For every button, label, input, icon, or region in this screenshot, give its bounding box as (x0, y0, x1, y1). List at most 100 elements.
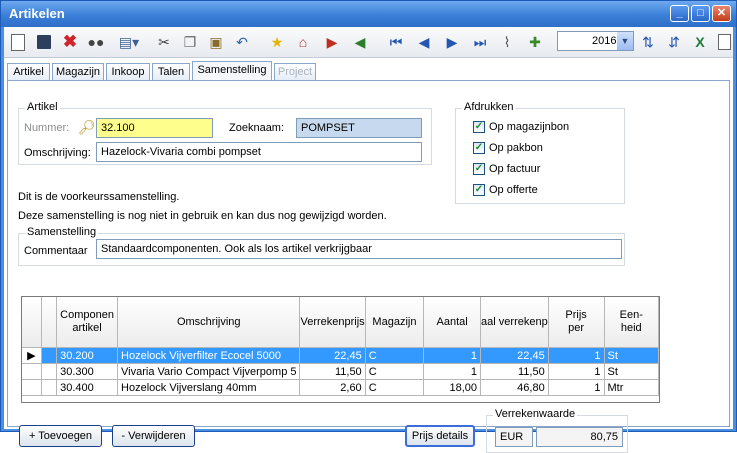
undo-icon[interactable]: ↶ (232, 32, 252, 52)
table-row[interactable]: 30.400 Hozelock Vijverslang 40mm 2,60 C … (22, 379, 659, 396)
table-cell[interactable]: 1 (423, 363, 482, 380)
artikel-legend: Artikel (25, 101, 60, 113)
table-cell[interactable]: 30.400 (56, 379, 119, 396)
check-icon[interactable]: ✓ (473, 163, 485, 175)
row-header[interactable] (22, 363, 42, 380)
table-cell[interactable]: 30.200 (56, 347, 119, 364)
import-icon[interactable]: ◀ (350, 32, 370, 52)
checkbox-op-offerte[interactable]: ✓ Op offerte (473, 184, 538, 196)
table-cell[interactable]: 22,45 (480, 347, 549, 364)
sort-desc-icon[interactable]: ⇵ (664, 32, 684, 52)
column-header-label: Componen artikel (60, 309, 114, 334)
table-cell[interactable]: 1 (548, 347, 605, 364)
toevoegen-button[interactable]: + Toevoegen (19, 425, 102, 447)
prijs-details-button[interactable]: Prijs details (405, 425, 475, 447)
column-header-eenheid[interactable]: Een- heid (604, 297, 659, 348)
tab-inkoop[interactable]: Inkoop (106, 63, 150, 80)
table-row[interactable]: ▶ 30.200 Hozelock Vijverfilter Ecocel 50… (22, 347, 659, 364)
zoeknaam-field: POMPSET (296, 118, 422, 138)
check-icon[interactable]: ✓ (473, 142, 485, 154)
add-icon[interactable]: ✚ (525, 32, 545, 52)
minimize-button[interactable]: _ (670, 5, 689, 22)
prev-icon[interactable]: ◀ (414, 32, 434, 52)
column-header-verrekenprijs[interactable]: Verrekenprijs (299, 297, 366, 348)
column-header-omschrijving[interactable]: Omschrijving (117, 297, 301, 348)
table-cell[interactable]: C (365, 363, 425, 380)
export-icon[interactable]: ▶ (322, 32, 342, 52)
row-header[interactable] (22, 379, 42, 396)
tab-samenstelling[interactable]: Samenstelling (192, 61, 272, 81)
table-cell[interactable]: 30.300 (56, 363, 119, 380)
table-cell[interactable]: Hozelock Vijverslang 40mm (117, 379, 301, 396)
year-select[interactable]: 2016 ▼ (557, 31, 634, 51)
table-cell[interactable]: 11,50 (480, 363, 549, 380)
star-icon[interactable]: ★ (267, 32, 287, 52)
page-icon[interactable] (714, 32, 734, 52)
house-icon[interactable]: ⌂ (293, 32, 313, 52)
search-icon[interactable]: 🔎︎ (78, 119, 96, 136)
attach-icon[interactable]: ⌇ (497, 32, 517, 52)
table-cell[interactable]: C (365, 379, 425, 396)
table-cell[interactable] (41, 347, 58, 364)
table-cell[interactable]: 11,50 (299, 363, 366, 380)
table-cell[interactable]: St (604, 347, 659, 364)
table-cell[interactable] (41, 379, 58, 396)
tab-talen[interactable]: Talen (152, 63, 190, 80)
tab-artikel[interactable]: Artikel (7, 63, 50, 80)
column-header-magazijn[interactable]: Magazijn (365, 297, 425, 348)
close-button[interactable]: ✕ (712, 5, 731, 22)
save-icon[interactable] (34, 32, 54, 52)
copy-icon[interactable]: ❐ (180, 32, 200, 52)
row-header-corner (22, 297, 42, 348)
table-cell[interactable]: 1 (423, 347, 482, 364)
column-header-aantal[interactable]: Aantal (423, 297, 482, 348)
nummer-field[interactable]: 32.100 (96, 118, 213, 138)
samenstelling-legend: Samenstelling (25, 226, 99, 238)
samenstelling-page: Artikel Nummer: 🔎︎ 32.100 Zoeknaam: POMP… (7, 80, 730, 453)
excel-icon[interactable]: X (690, 32, 710, 52)
table-cell[interactable] (41, 363, 58, 380)
checkbox-op-magazijnbon[interactable]: ✓ Op magazijnbon (473, 121, 569, 133)
column-header-label: Prijs per (565, 309, 587, 334)
table-cell[interactable]: Hozelock Vijverfilter Ecocel 5000 (117, 347, 301, 364)
column-header-per[interactable]: Prijs per (548, 297, 605, 348)
check-icon[interactable]: ✓ (473, 184, 485, 196)
last-icon[interactable]: ⏭ (470, 32, 490, 52)
current-row-icon[interactable]: ▶ (22, 347, 42, 364)
chevron-down-icon[interactable]: ▼ (617, 32, 633, 50)
checkbox-op-factuur[interactable]: ✓ Op factuur (473, 163, 540, 175)
nummer-label: Nummer: (24, 122, 70, 134)
table-cell[interactable]: Mtr (604, 379, 659, 396)
table-cell[interactable]: 46,80 (480, 379, 549, 396)
table-cell[interactable]: 1 (548, 379, 605, 396)
table-cell[interactable]: 22,45 (299, 347, 366, 364)
afdrukken-legend: Afdrukken (462, 101, 516, 113)
first-icon[interactable]: ⏮ (386, 32, 406, 52)
table-cell[interactable]: 2,60 (299, 379, 366, 396)
message-niet-in-gebruik: Deze samenstelling is nog niet in gebrui… (18, 210, 387, 222)
table-cell[interactable]: St (604, 363, 659, 380)
column-header-totaal[interactable]: aal verrekenp (480, 297, 549, 348)
new-icon[interactable] (8, 32, 28, 52)
column-header-artikel[interactable]: Componen artikel (56, 297, 119, 348)
checkbox-op-pakbon[interactable]: ✓ Op pakbon (473, 142, 543, 154)
delete-icon[interactable]: ✖ (60, 32, 80, 52)
verwijderen-button[interactable]: - Verwijderen (112, 425, 195, 447)
binoculars-icon[interactable]: ●● (86, 32, 106, 52)
paste-icon[interactable]: ▣ (206, 32, 226, 52)
check-icon[interactable]: ✓ (473, 121, 485, 133)
tab-magazijn[interactable]: Magazijn (52, 63, 104, 80)
commentaar-field[interactable]: Standaardcomponenten. Ook als los artike… (96, 239, 622, 259)
maximize-button[interactable]: □ (691, 5, 710, 22)
table-cell[interactable]: 18,00 (423, 379, 482, 396)
print-icon[interactable]: ▤▾ (115, 32, 143, 52)
cut-icon[interactable]: ✂ (154, 32, 174, 52)
table-cell[interactable]: Vivaria Vario Compact Vijverpomp 5 (117, 363, 301, 380)
table-row[interactable]: 30.300 Vivaria Vario Compact Vijverpomp … (22, 363, 659, 380)
table-cell[interactable]: C (365, 347, 425, 364)
omschrijving-field[interactable]: Hazelock-Vivaria combi pompset (96, 142, 422, 162)
window-title: Artikelen (9, 6, 65, 21)
next-icon[interactable]: ▶ (442, 32, 462, 52)
sort-asc-icon[interactable]: ⇅ (638, 32, 658, 52)
table-cell[interactable]: 1 (548, 363, 605, 380)
